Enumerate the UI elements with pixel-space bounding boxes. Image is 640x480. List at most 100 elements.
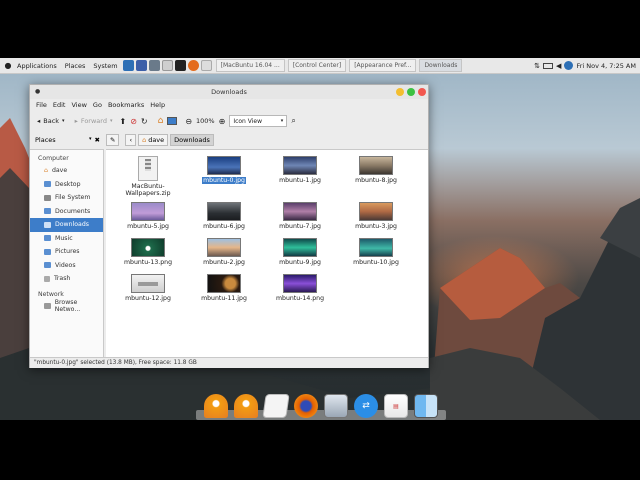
window-menu-icon[interactable]: ● — [35, 88, 40, 95]
menu-file[interactable]: File — [33, 101, 50, 109]
menu-bar: File Edit View Go Bookmarks Help — [30, 99, 428, 111]
sidebar-item-dave[interactable]: ⌂ dave — [30, 164, 103, 178]
sidebar-item-desktop[interactable]: Desktop — [30, 178, 103, 192]
files-launcher-icon[interactable] — [135, 60, 147, 71]
view-mode-select[interactable]: Icon View ▾ — [229, 115, 288, 127]
file-item[interactable]: mbuntu-7.jpg — [262, 202, 338, 230]
finder-icon[interactable] — [414, 394, 438, 418]
places-menu[interactable]: Places — [61, 62, 90, 70]
sidebar-item-browse-network[interactable]: Browse Netwo... — [30, 299, 103, 313]
folder-icon — [44, 181, 51, 188]
forward-button[interactable]: ▸ Forward ▾ — [72, 116, 116, 126]
clock[interactable]: Fri Nov 4, 7:25 AM — [576, 62, 636, 70]
file-name: mbuntu-9.jpg — [279, 259, 321, 266]
back-dropdown-icon: ▾ — [62, 118, 65, 124]
close-sidebar-icon[interactable]: ✖ — [95, 136, 100, 144]
image-thumbnail — [359, 156, 393, 175]
up-arrow-icon[interactable]: ⬆ — [119, 117, 126, 126]
sidebar-item-downloads[interactable]: Downloads — [30, 218, 103, 232]
vlc-icon[interactable] — [204, 394, 228, 418]
file-item-selected[interactable]: mbuntu-0.jpg — [186, 156, 262, 185]
menu-edit[interactable]: Edit — [50, 101, 69, 109]
edit-location-button[interactable]: ✎ — [106, 134, 120, 146]
network-icon[interactable]: ⇅ — [534, 62, 540, 70]
sidebar-item-label: File System — [55, 194, 91, 202]
menu-go[interactable]: Go — [90, 101, 105, 109]
file-item[interactable]: MacBuntu-Wallpapers.zip — [110, 156, 186, 198]
teamviewer-icon[interactable]: ⇄ — [354, 394, 378, 418]
file-item[interactable]: mbuntu-10.jpg — [338, 238, 414, 266]
firefox-icon[interactable] — [294, 394, 318, 418]
file-item[interactable]: mbuntu-14.png — [262, 274, 338, 302]
zoom-level: 100% — [196, 117, 215, 125]
font-viewer-icon[interactable]: ▤ — [384, 394, 408, 418]
places-label: Places — [35, 136, 56, 144]
file-name: MacBuntu-Wallpapers.zip — [125, 183, 171, 198]
file-item[interactable]: mbuntu-6.jpg — [186, 202, 262, 230]
minimize-button[interactable] — [396, 88, 404, 96]
back-button[interactable]: ◂ Back ▾ — [34, 116, 68, 126]
title-bar[interactable]: ● Downloads — [30, 85, 428, 99]
apple-icon[interactable]: ● — [3, 61, 13, 70]
menu-help[interactable]: Help — [147, 101, 168, 109]
file-item[interactable]: mbuntu-12.jpg — [110, 274, 186, 302]
home-icon[interactable]: ⌂ — [158, 116, 164, 126]
search-icon[interactable]: ⌕ — [291, 116, 295, 126]
screenshot-icon[interactable] — [324, 394, 348, 418]
sidebar-item-music[interactable]: Music — [30, 232, 103, 246]
path-left-button[interactable]: ‹ — [125, 134, 137, 146]
file-name: mbuntu-14.png — [276, 295, 324, 302]
zip-file-icon — [138, 156, 158, 181]
file-item[interactable]: mbuntu-5.jpg — [110, 202, 186, 230]
file-view[interactable]: MacBuntu-Wallpapers.zip mbuntu-0.jpg mbu… — [106, 149, 428, 357]
screen: ● Applications Places System [MacBuntu 1… — [0, 0, 640, 480]
places-selector[interactable]: Places ▾ ✖ — [30, 136, 104, 144]
file-item[interactable]: mbuntu-8.jpg — [338, 156, 414, 184]
top-panel: ● Applications Places System [MacBuntu 1… — [0, 58, 640, 74]
zoom-out-icon[interactable]: ⊖ — [185, 117, 192, 126]
back-arrow-icon: ◂ — [37, 117, 41, 125]
volume-icon[interactable]: ◀ — [556, 62, 561, 70]
sidebar-item-trash[interactable]: Trash — [30, 272, 103, 286]
task-downloads[interactable]: Downloads — [419, 59, 463, 72]
user-icon[interactable] — [564, 61, 574, 70]
menu-view[interactable]: View — [68, 101, 89, 109]
task-macbuntu[interactable]: [MacBuntu 16.04 ... — [215, 59, 285, 72]
menu-bookmarks[interactable]: Bookmarks — [105, 101, 147, 109]
text-editor-icon[interactable] — [262, 394, 290, 418]
file-item[interactable]: mbuntu-9.jpg — [262, 238, 338, 266]
task-appearance[interactable]: [Appearance Pref... — [349, 59, 417, 72]
file-item[interactable]: mbuntu-3.jpg — [338, 202, 414, 230]
sidebar-item-file-system[interactable]: File System — [30, 191, 103, 205]
toolbar: ◂ Back ▾ ▸ Forward ▾ ⬆ ⊘ ↻ ⌂ ⊖ 100% ⊕ Ic… — [30, 111, 428, 131]
sidebar-item-label: Trash — [54, 275, 71, 283]
firefox-launcher-icon[interactable] — [187, 60, 199, 71]
screenshot-launcher-icon[interactable] — [174, 60, 186, 71]
file-item[interactable]: mbuntu-11.jpg — [186, 274, 262, 302]
file-item[interactable]: mbuntu-1.jpg — [262, 156, 338, 184]
settings-launcher-icon[interactable] — [161, 60, 173, 71]
folder-icon — [44, 248, 51, 255]
sidebar-item-pictures[interactable]: Pictures — [30, 245, 103, 259]
stop-icon[interactable]: ⊘ — [130, 117, 137, 126]
maximize-button[interactable] — [407, 88, 415, 96]
zoom-in-icon[interactable]: ⊕ — [219, 117, 226, 126]
crumb-downloads[interactable]: Downloads — [170, 134, 214, 146]
sidebar-item-videos[interactable]: Videos — [30, 259, 103, 273]
system-menu[interactable]: System — [89, 62, 121, 70]
terminal-launcher-icon[interactable] — [148, 60, 160, 71]
task-control-center[interactable]: [Control Center] — [287, 59, 347, 72]
text-editor-launcher-icon[interactable] — [200, 60, 212, 71]
home-folder-icon: ⌂ — [142, 136, 147, 144]
applications-menu[interactable]: Applications — [13, 62, 61, 70]
file-item[interactable]: mbuntu-13.png — [110, 238, 186, 266]
battery-icon[interactable] — [543, 62, 554, 69]
telegram-launcher-icon[interactable] — [122, 60, 134, 71]
computer-icon[interactable] — [167, 117, 178, 125]
vlc-icon[interactable] — [234, 394, 258, 418]
sidebar-item-documents[interactable]: Documents — [30, 205, 103, 219]
reload-icon[interactable]: ↻ — [141, 117, 148, 126]
crumb-dave[interactable]: ⌂ dave — [138, 134, 169, 146]
file-item[interactable]: mbuntu-2.jpg — [186, 238, 262, 266]
close-button[interactable] — [418, 88, 426, 96]
